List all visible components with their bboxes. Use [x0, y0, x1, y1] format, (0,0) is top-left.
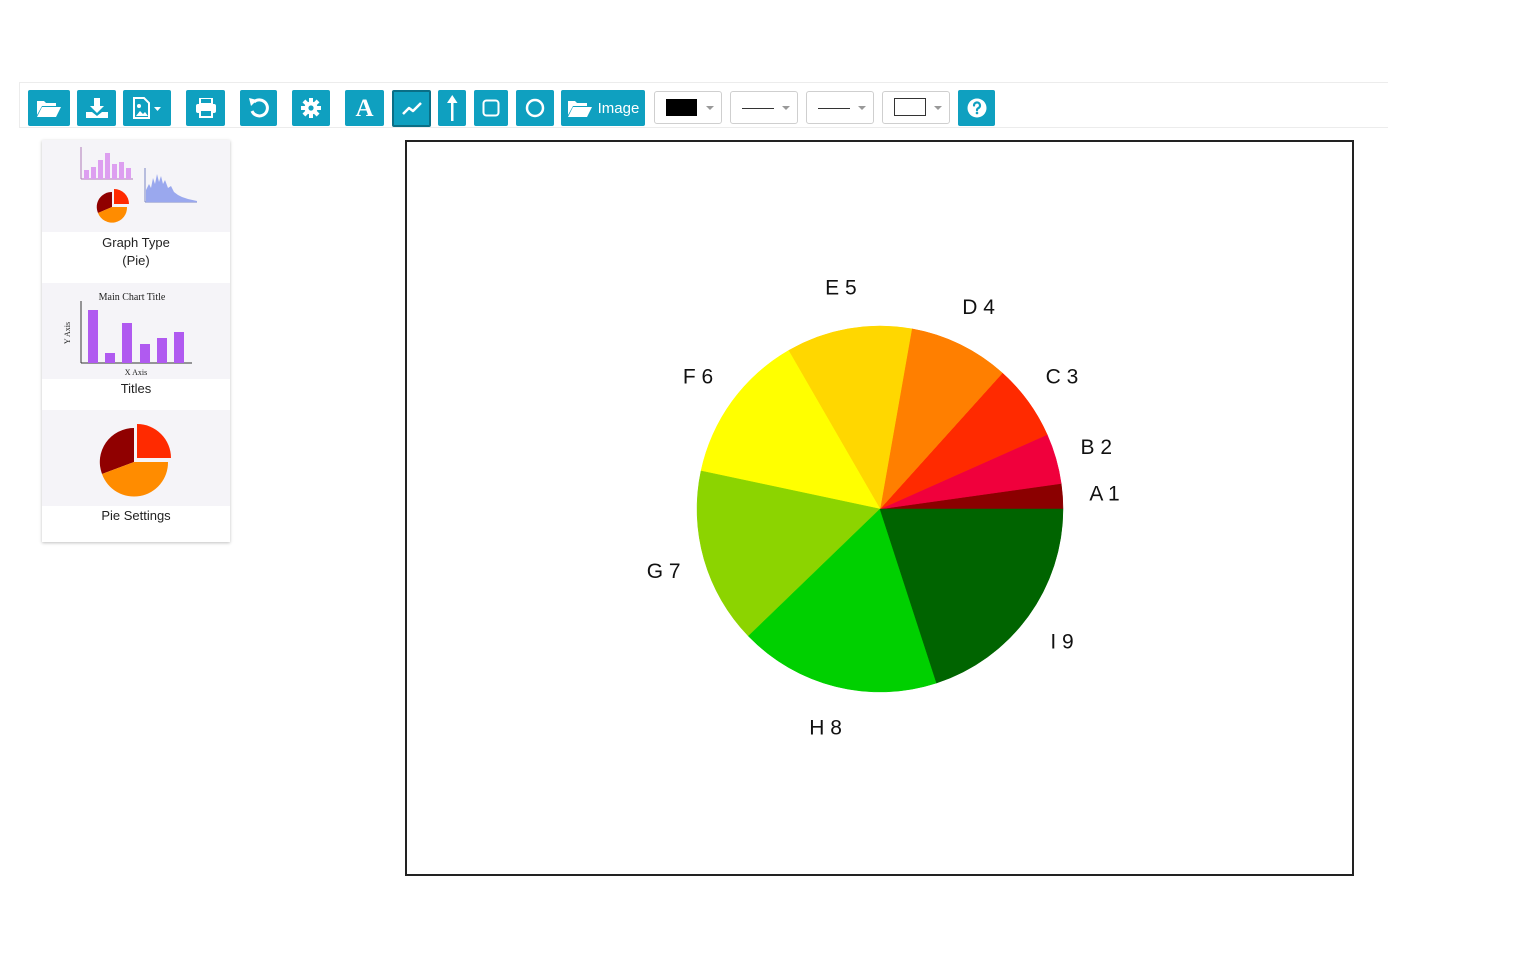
chevron-down-icon — [934, 106, 942, 110]
border-preview — [894, 98, 926, 116]
settings-button[interactable] — [292, 90, 330, 126]
color-swatch — [666, 99, 697, 116]
pie-slice-label-7: G 7 — [647, 560, 681, 583]
thumb-xaxis: X Axis — [125, 368, 147, 377]
circle-icon — [525, 98, 545, 118]
border-style-dropdown[interactable] — [882, 91, 950, 124]
chart-canvas[interactable]: A 1 B 2 C 3 D 4 E 5 F 6 G 7 H 8 I 9 — [405, 140, 1354, 876]
undo-icon — [248, 98, 269, 118]
circle-tool-button[interactable] — [516, 90, 554, 126]
titles-thumbnail: Main Chart Title X Axis Y Axis — [42, 283, 230, 379]
pie-settings-thumbnail — [42, 410, 230, 506]
pie-chart-icon — [99, 424, 171, 497]
undo-button[interactable] — [240, 90, 277, 126]
settings-side-panel: Graph Type (Pie) Main Chart Title X Axis… — [42, 140, 230, 542]
toolbar: A Image — [19, 82, 1388, 128]
graph-types-icon — [80, 147, 197, 223]
panel-item-titles[interactable]: Main Chart Title X Axis Y Axis Titles — [42, 283, 230, 409]
line-style-dropdown[interactable] — [806, 91, 874, 124]
download-icon — [85, 98, 108, 118]
pie-slice-label-6: F 6 — [683, 366, 713, 389]
line-width-dropdown[interactable] — [730, 91, 798, 124]
download-button[interactable] — [77, 90, 116, 126]
titles-chart-icon: Main Chart Title X Axis Y Axis — [63, 292, 192, 377]
line-tool-button[interactable] — [392, 90, 431, 127]
pie-slice-label-5: E 5 — [825, 276, 857, 299]
graph-type-thumbnail — [42, 140, 230, 232]
line-style-preview — [818, 108, 850, 109]
chevron-down-icon — [782, 106, 790, 110]
pie-slice-label-8: H 8 — [809, 716, 842, 739]
text-tool-button[interactable]: A — [345, 90, 384, 126]
open-file-button[interactable] — [28, 90, 70, 126]
chevron-down-icon — [706, 106, 714, 110]
image-export-icon — [133, 97, 161, 119]
pie-slice-label-2: B 2 — [1081, 436, 1113, 459]
print-button[interactable] — [186, 90, 225, 126]
pie-slice-label-3: C 3 — [1046, 366, 1079, 389]
insert-image-button[interactable]: Image — [561, 90, 645, 126]
pie-chart[interactable]: A 1 B 2 C 3 D 4 E 5 F 6 G 7 H 8 I 9 — [407, 142, 1352, 874]
pie-slice-label-4: D 4 — [962, 296, 995, 319]
panel-item-titles-label: Titles — [120, 381, 152, 396]
folder-open-icon — [37, 101, 61, 117]
text-tool-label: A — [355, 94, 374, 122]
pie-slice-label-1: A 1 — [1089, 482, 1119, 505]
color-picker-dropdown[interactable] — [654, 91, 722, 124]
rectangle-tool-button[interactable] — [474, 90, 508, 126]
line-chart-icon — [401, 101, 422, 115]
panel-item-graph-type[interactable]: Graph Type (Pie) — [42, 140, 230, 282]
folder-open-icon — [567, 101, 592, 117]
thumb-yaxis: Y Axis — [63, 322, 72, 344]
panel-item-pie-settings-label: Pie Settings — [101, 508, 171, 523]
panel-item-graph-type-label: Graph Type — [102, 235, 170, 250]
square-icon — [482, 99, 500, 117]
panel-item-graph-type-sublabel: (Pie) — [122, 253, 150, 268]
gear-icon — [301, 98, 321, 118]
print-icon — [195, 98, 216, 118]
panel-item-pie-settings[interactable]: Pie Settings — [42, 410, 230, 542]
thumb-title: Main Chart Title — [99, 292, 166, 303]
question-circle-icon — [967, 98, 986, 118]
image-button-label: Image — [597, 99, 640, 117]
chevron-down-icon — [858, 106, 866, 110]
line-width-preview — [742, 108, 774, 109]
arrow-up-icon — [447, 95, 458, 121]
arrow-tool-button[interactable] — [438, 90, 466, 126]
pie-slice-label-9: I 9 — [1050, 630, 1073, 653]
help-button[interactable] — [958, 90, 995, 126]
export-image-dropdown[interactable] — [123, 90, 171, 126]
